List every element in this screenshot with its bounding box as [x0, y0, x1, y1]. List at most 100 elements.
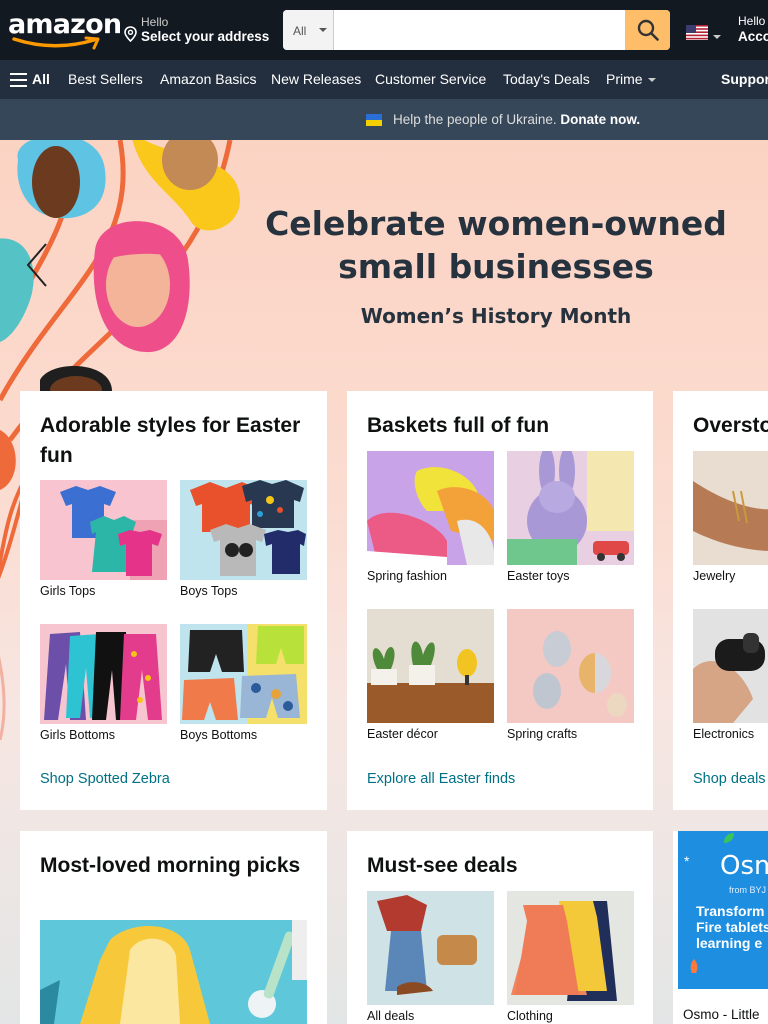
tile-spring-crafts[interactable]: Spring crafts: [507, 609, 634, 741]
card-morning-picks: Most-loved morning picks: [20, 831, 327, 1024]
top-header: amazon Hello Select your address All Hel…: [0, 0, 768, 60]
nav-amazon-basics[interactable]: Amazon Basics: [160, 71, 256, 87]
ad-headline-line2: Fire tablets: [696, 919, 768, 935]
nav-customer-service[interactable]: Customer Service: [375, 71, 486, 87]
ad-caption: Osmo - Little: [683, 1007, 760, 1022]
search-icon: [637, 19, 659, 41]
spring-fashion-image: [367, 451, 494, 565]
location-greeting: Hello: [141, 15, 169, 29]
tile-caption: Spring fashion: [367, 569, 447, 583]
ad-headline: Transform Fire tablets learning e: [696, 903, 768, 951]
tile-caption: Electronics: [693, 727, 755, 741]
nav-todays-deals[interactable]: Today's Deals: [503, 71, 590, 87]
spring-crafts-image: [507, 609, 634, 723]
us-flag-icon[interactable]: [686, 25, 708, 40]
main-nav: All Best Sellers Amazon Basics New Relea…: [0, 60, 768, 99]
tile-all-deals[interactable]: All deals: [367, 891, 494, 1023]
hero-title: Celebrate women-owned small businesses: [246, 202, 746, 288]
card-easter-styles: Adorable styles for Easter fun Girls Top…: [20, 391, 327, 810]
card-title: Baskets full of fun: [367, 414, 550, 437]
chevron-down-icon: [319, 28, 327, 32]
tile-easter-toys[interactable]: Easter toys: [507, 451, 634, 583]
clothing-image: [507, 891, 634, 1005]
card-title: Adorable styles for Easter fun: [40, 414, 301, 467]
rocket-icon: [690, 959, 698, 973]
card-title: Most-loved morning picks: [40, 854, 301, 877]
location-pin-icon: [124, 26, 137, 42]
tile-jewelry[interactable]: Jewelry: [693, 451, 768, 583]
search-input[interactable]: [335, 10, 625, 50]
ad-image: * Osm from BYJ Transform Fire tablets le…: [678, 831, 768, 989]
tile-boys-bottoms[interactable]: Boys Bottoms: [180, 624, 307, 742]
ukraine-message: Help the people of Ukraine. Donate now.: [393, 112, 640, 127]
search-category-dropdown[interactable]: All: [283, 10, 334, 50]
hero-title-line1: Celebrate women-owned: [265, 204, 727, 243]
shop-deals-link[interactable]: Shop deals: [693, 771, 766, 787]
tile-easter-decor[interactable]: Easter décor: [367, 609, 494, 741]
star-icon: *: [684, 853, 690, 869]
ad-headline-line3: learning e: [696, 935, 763, 951]
tile-spring-fashion[interactable]: Spring fashion: [367, 451, 494, 583]
tile-caption: Boys Tops: [180, 584, 238, 598]
boys-tops-image: [180, 480, 307, 580]
ad-from: from BYJ: [729, 885, 767, 895]
explore-easter-link[interactable]: Explore all Easter finds: [367, 771, 515, 787]
hamburger-menu-icon[interactable]: [10, 73, 27, 87]
language-chevron-icon[interactable]: [713, 35, 721, 39]
search-button[interactable]: [625, 10, 670, 50]
tile-morning-picks[interactable]: [40, 920, 307, 1024]
card-title: Oversto: [693, 414, 768, 437]
amazon-logo[interactable]: amazon: [8, 9, 122, 50]
location-action: Select your address: [141, 29, 270, 44]
electronics-image: [693, 609, 768, 723]
donate-link[interactable]: Donate now.: [560, 112, 640, 127]
hero-subtitle: Women’s History Month: [360, 304, 632, 328]
account-label: Acco: [738, 29, 768, 44]
card-must-see-deals: Must-see deals All deals Clothing: [347, 831, 653, 1024]
card-title: Must-see deals: [367, 854, 518, 877]
tile-caption: Boys Bottoms: [180, 728, 258, 742]
search-bar: All: [283, 10, 670, 50]
ad-headline-line1: Transform: [696, 903, 765, 919]
easter-decor-image: [367, 609, 494, 723]
tile-caption: Girls Bottoms: [40, 728, 116, 742]
morning-picks-image: [40, 920, 307, 1024]
ukraine-text: Help the people of Ukraine.: [393, 112, 557, 127]
tile-caption: All deals: [367, 1009, 415, 1023]
hero-title-line2: small businesses: [338, 247, 654, 286]
nav-support[interactable]: Suppor: [721, 71, 768, 87]
girls-bottoms-image: [40, 624, 167, 724]
tile-electronics[interactable]: Electronics: [693, 609, 768, 741]
easter-toys-image: [507, 451, 634, 565]
tile-caption: Girls Tops: [40, 584, 96, 598]
nav-prime[interactable]: Prime: [606, 71, 656, 87]
card-overstock: Oversto Jewelry Electronics Shop deals: [673, 391, 768, 810]
leaf-icon: [724, 833, 734, 843]
nav-prime-label: Prime: [606, 71, 643, 87]
sponsored-ad[interactable]: * Osm from BYJ Transform Fire tablets le…: [673, 831, 768, 1024]
tile-boys-tops[interactable]: Boys Tops: [180, 480, 307, 598]
account-menu[interactable]: Hello Acco: [738, 14, 768, 44]
search-category-label: All: [293, 24, 307, 38]
account-greeting: Hello: [738, 14, 766, 28]
ad-brand: Osm: [720, 851, 768, 881]
tile-clothing[interactable]: Clothing: [507, 891, 634, 1023]
tile-girls-tops[interactable]: Girls Tops: [40, 480, 167, 598]
nav-new-releases[interactable]: New Releases: [271, 71, 361, 87]
nav-best-sellers[interactable]: Best Sellers: [68, 71, 143, 87]
tile-girls-bottoms[interactable]: Girls Bottoms: [40, 624, 167, 742]
shop-spotted-zebra-link[interactable]: Shop Spotted Zebra: [40, 771, 170, 787]
ukraine-banner: Help the people of Ukraine. Donate now.: [0, 99, 768, 140]
jewelry-image: [693, 451, 768, 565]
girls-tops-image: [40, 480, 167, 580]
smile-arrow-icon: [12, 36, 100, 50]
tile-caption: Easter décor: [367, 727, 438, 741]
logo-text: amazon: [8, 9, 122, 40]
carousel-prev-icon[interactable]: [22, 240, 50, 290]
all-deals-image: [367, 891, 494, 1005]
tile-caption: Spring crafts: [507, 727, 578, 741]
tile-caption: Easter toys: [507, 569, 570, 583]
boys-bottoms-image: [180, 624, 307, 724]
card-baskets: Baskets full of fun Spring fashion Easte…: [347, 391, 653, 810]
nav-all[interactable]: All: [32, 71, 50, 87]
